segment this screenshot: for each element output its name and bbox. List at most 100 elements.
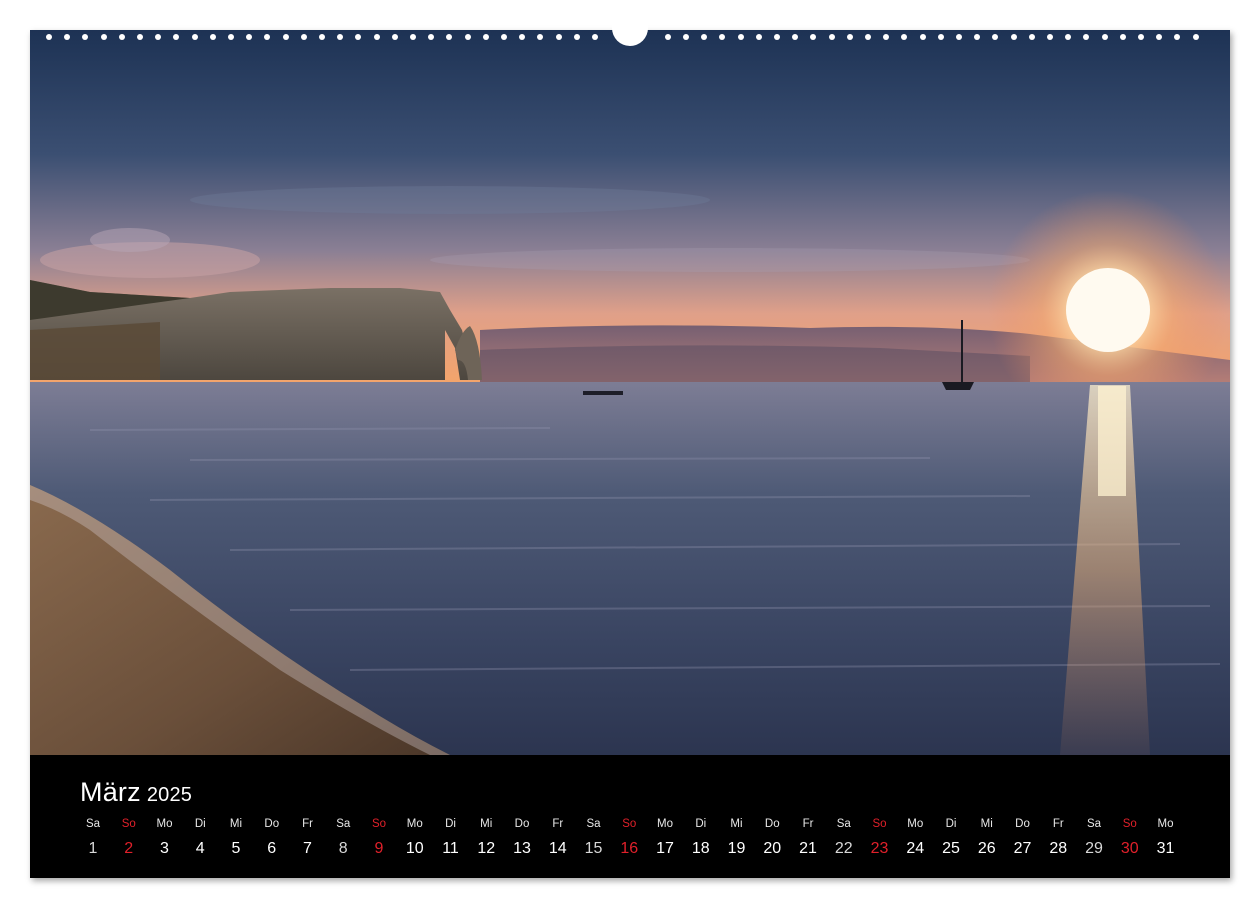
binding-hole <box>992 34 999 40</box>
binding-hole <box>1156 34 1163 40</box>
weekday-label: Do <box>514 818 530 830</box>
binding-hole <box>228 34 234 40</box>
binding-hole <box>46 34 52 40</box>
weekday-label: Sa <box>336 818 351 830</box>
binding-hole <box>337 34 344 40</box>
weekday-label: Mo <box>1157 818 1174 830</box>
binding-hole <box>173 34 180 40</box>
binding-hole <box>282 34 289 40</box>
year: 2025 <box>146 784 193 806</box>
binding-hole <box>956 34 962 40</box>
binding-hole <box>1119 34 1126 40</box>
day-number: 12 <box>477 840 496 857</box>
day-number: 3 <box>160 840 169 857</box>
weekday-label: Di <box>945 818 957 830</box>
weekday-label: So <box>1122 818 1137 830</box>
day-number: 20 <box>763 840 782 857</box>
weekday-label: Mo <box>156 818 173 830</box>
weekday-label: Fr <box>802 818 814 830</box>
binding-hole <box>373 34 380 40</box>
binding-hole <box>82 34 89 40</box>
binding-hole <box>755 34 762 40</box>
weekday-label: Mi <box>480 818 493 830</box>
binding-hole <box>482 34 489 40</box>
binding-hole <box>1101 34 1108 40</box>
binding-hole <box>828 34 835 40</box>
weekday-label: So <box>371 818 387 830</box>
day-number: 28 <box>1049 840 1068 857</box>
day-number: 14 <box>548 840 567 857</box>
binding-hole <box>555 34 562 40</box>
day-number: 22 <box>834 840 853 857</box>
day-number: 18 <box>691 840 710 857</box>
weekday-label: Sa <box>1086 818 1102 830</box>
day-number: 9 <box>374 840 384 857</box>
binding-hole <box>355 34 362 40</box>
binding-hole <box>537 34 544 40</box>
binding-hole <box>155 34 162 40</box>
day-number: 15 <box>584 840 603 857</box>
binding-hole <box>937 34 944 40</box>
day-number: 17 <box>656 840 674 857</box>
binding-hole <box>792 34 799 40</box>
weekday-label: Do <box>1015 818 1030 830</box>
binding-hole <box>664 34 671 40</box>
weekday-label: Di <box>194 818 206 830</box>
binding-hole <box>737 34 744 40</box>
weekday-label: Mi <box>730 818 743 830</box>
weekday-label: Do <box>264 818 280 830</box>
weekday-label: So <box>872 818 887 830</box>
binding-hole <box>464 34 471 40</box>
binding-hole <box>264 34 271 40</box>
binding-hole <box>573 34 580 40</box>
day-number: 10 <box>405 840 424 857</box>
binding-hole <box>501 34 507 40</box>
binding-hole <box>592 34 598 40</box>
binding-hole <box>774 34 780 40</box>
day-number: 4 <box>195 840 205 857</box>
day-number: 26 <box>977 840 996 857</box>
binding-hole <box>683 34 689 40</box>
weekday-label: Sa <box>85 818 101 830</box>
weekday-label: Mo <box>657 818 673 830</box>
weekday-label: Mi <box>229 818 243 830</box>
weekday-label: Sa <box>836 818 851 830</box>
binding-hole <box>1138 34 1144 40</box>
binding-hole <box>391 34 398 40</box>
weekday-label: Sa <box>586 818 601 830</box>
binding-hole <box>1028 34 1035 40</box>
binding-hole <box>519 34 526 40</box>
weekday-label: Fr <box>302 818 313 830</box>
binding-hole <box>64 34 71 40</box>
weekday-label: So <box>121 818 136 830</box>
day-number: 6 <box>267 840 277 857</box>
weekday-label: Mo <box>907 818 924 830</box>
day-number: 31 <box>1156 840 1175 857</box>
binding-hole <box>865 34 871 40</box>
binding-hole <box>719 34 726 40</box>
binding-hole <box>810 34 817 40</box>
weekday-label: So <box>622 818 637 830</box>
binding-hole <box>118 34 125 40</box>
weekday-label: Mo <box>406 818 423 830</box>
binding-hole <box>300 34 307 40</box>
day-number: 2 <box>124 840 134 857</box>
binding-hole <box>1083 34 1090 40</box>
day-number: 25 <box>942 840 960 857</box>
month-name: März <box>80 777 141 807</box>
binding-hole <box>410 34 416 40</box>
day-number: 1 <box>88 840 98 857</box>
binding-hole <box>1174 34 1181 40</box>
binding-hole <box>846 34 853 40</box>
day-number: 21 <box>799 840 817 857</box>
day-number: 8 <box>338 840 348 857</box>
day-number: 11 <box>442 840 459 857</box>
day-number: 30 <box>1120 840 1139 857</box>
binding-hole <box>319 34 325 40</box>
binding-hole <box>1047 34 1053 40</box>
binding-hole <box>701 34 708 40</box>
day-number: 19 <box>727 840 746 857</box>
weekday-label: Fr <box>552 818 564 830</box>
day-number: 5 <box>231 840 241 857</box>
day-number: 27 <box>1013 840 1032 857</box>
